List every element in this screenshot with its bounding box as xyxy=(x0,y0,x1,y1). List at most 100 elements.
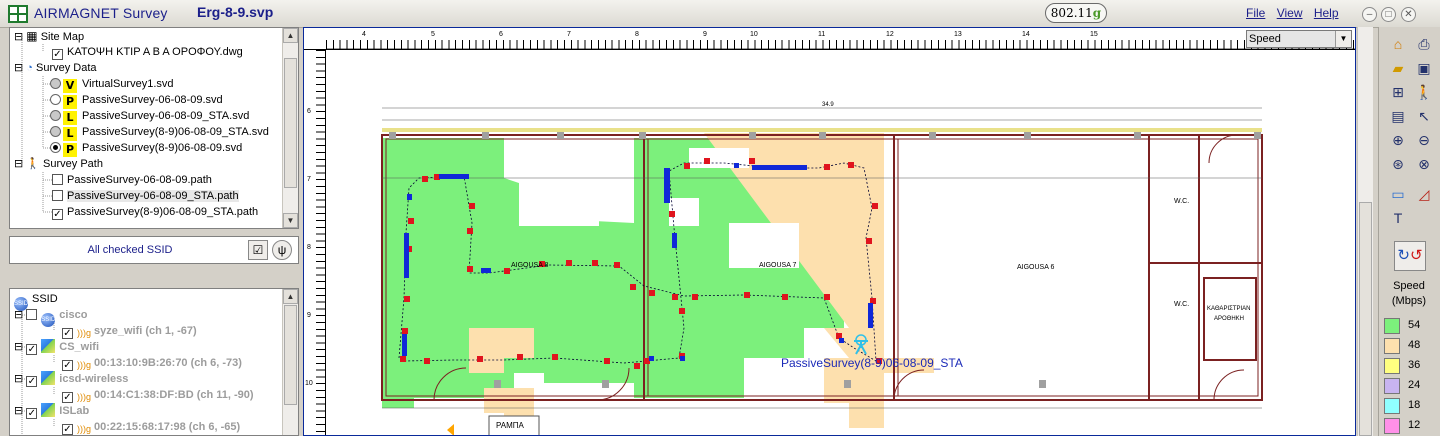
network-cs-wifi[interactable]: ⊟ ✓ CS_wifi xyxy=(14,339,99,355)
airmagnet-logo-icon xyxy=(8,5,28,23)
checkbox-checked[interactable]: ✓ xyxy=(52,49,63,60)
restore-icon[interactable]: □ xyxy=(1381,7,1396,22)
legend-title: Speed xyxy=(1393,280,1425,292)
app-title: AIRMAGNET Survey xyxy=(34,5,168,21)
collapse-icon[interactable]: ⊟ xyxy=(14,62,23,74)
survey-tree: ⊟ ▦ Site Map ✓ ΚΑΤΟΨΗ ΚΤΙΡ Α Β Α ΟΡΟΦΟΥ.d… xyxy=(9,27,299,229)
room-label: ΚΑΘΑΡΙΣΤΡΙΑΝ xyxy=(1207,306,1251,312)
window-strip xyxy=(382,128,1262,132)
floppy-icon[interactable]: ▤ xyxy=(1387,105,1409,127)
floor-map-canvas[interactable]: 34.9 xyxy=(304,28,1356,436)
survey-item-selected[interactable]: P PassiveSurvey(8-9)06-08-09.svd xyxy=(50,140,242,157)
pointer-icon[interactable]: ↖ xyxy=(1413,105,1435,127)
open-folder-icon[interactable]: ▰ xyxy=(1387,57,1409,79)
survey-item[interactable]: V VirtualSurvey1.svd xyxy=(50,76,174,93)
print-icon[interactable]: ⎙ xyxy=(1413,33,1435,55)
ruler-top: 4 5 6 7 8 9 10 11 12 13 14 15 xyxy=(304,28,1355,50)
scroll-up-icon[interactable]: ▲ xyxy=(283,289,298,304)
path-item[interactable]: PassiveSurvey-06-08-09_STA.path xyxy=(52,188,239,204)
map-scrollbar[interactable] xyxy=(1357,27,1373,436)
survey-item[interactable]: P PassiveSurvey-06-08-09.svd xyxy=(50,92,223,109)
signal-icon: )))g xyxy=(77,424,91,434)
scroll-down-icon[interactable]: ▼ xyxy=(283,213,298,228)
legend-item: 54 xyxy=(1384,318,1436,334)
legend-item: 48 xyxy=(1384,338,1436,354)
tool-palette: ⌂ ⎙ ▰ ▣ ⊞ 🚶 ▤ ↖ ⊕ ⊖ ⊛ ⊗ ▭ ◿ T ↻↺ xyxy=(1378,27,1440,436)
walk-icon[interactable]: 🚶 xyxy=(1413,81,1435,103)
title-bar: AIRMAGNET Survey Erg-8-9.svp 802.11g Fil… xyxy=(0,0,1440,28)
network-cisco[interactable]: ⊟ SSID cisco xyxy=(14,307,87,327)
ssid-scrollbar[interactable]: ▲ xyxy=(282,289,298,435)
measure-icon[interactable]: ◿ xyxy=(1413,183,1435,205)
network-icsd-wireless[interactable]: ⊟ ✓ icsd-wireless xyxy=(14,371,128,387)
room-label: AIGOUSA 6 xyxy=(1017,264,1055,271)
room-label: ΑΡΟΘΗΚΗ xyxy=(1214,316,1245,322)
save-icon[interactable]: ▣ xyxy=(1413,57,1435,79)
signal-icon: )))g xyxy=(77,360,91,370)
text-tool-icon[interactable]: T xyxy=(1387,207,1409,229)
ssid-filter-label[interactable]: All checked SSID xyxy=(10,237,250,263)
window-icon[interactable]: ▭ xyxy=(1387,183,1409,205)
survey-data-icon: ◔ xyxy=(26,62,33,74)
network-islab[interactable]: ⊟ ✓ ISLab xyxy=(14,403,89,419)
scroll-thumb[interactable] xyxy=(284,58,297,188)
ruler-left: 6 7 8 9 10 xyxy=(304,50,326,435)
zoom-in-icon[interactable]: ⊕ xyxy=(1387,129,1409,151)
arrow-icon xyxy=(447,424,454,435)
room-label: ΡΑΜΠΑ xyxy=(496,421,524,430)
tree-site-map[interactable]: ⊟ ▦ Site Map xyxy=(14,28,84,44)
path-item[interactable]: ✓ PassiveSurvey(8-9)06-08-09_STA.path xyxy=(52,204,258,220)
collapse-icon[interactable]: ⊟ xyxy=(14,158,23,170)
signal-icon: )))g xyxy=(77,328,91,338)
ap-item[interactable]: ✓)))g 00:14:C1:38:DF:BD (ch 11, -90) xyxy=(62,387,254,403)
zoom-reset-icon[interactable]: ⊗ xyxy=(1413,153,1435,175)
ssid-tree: SSID SSID ⊟ SSID cisco ✓)))g syze_wifi (ch … xyxy=(9,288,299,436)
antenna-icon[interactable]: ψ xyxy=(272,240,292,260)
menu-bar: File View Help xyxy=(1246,6,1347,20)
tree-site-map-file[interactable]: ✓ ΚΑΤΟΨΗ ΚΤΙΡ Α Β Α ΟΡΟΦΟΥ.dwg xyxy=(52,44,243,60)
walking-person-icon: 🚶 xyxy=(26,158,40,170)
ap-item[interactable]: ✓)))g syze_wifi (ch 1, -67) xyxy=(62,323,197,339)
zoom-out-icon[interactable]: ⊖ xyxy=(1413,129,1435,151)
survey-item[interactable]: L PassiveSurvey-06-08-09_STA.svd xyxy=(50,108,249,125)
visualization-select[interactable]: Speed ▼ xyxy=(1246,30,1352,48)
ap-item[interactable]: ✓)))g 00:13:10:9B:26:70 (ch 6, -73) xyxy=(62,355,242,371)
site-map-icon: ▦ xyxy=(26,29,38,43)
menu-view[interactable]: View xyxy=(1277,6,1303,20)
add-ap-icon[interactable]: ⌂ xyxy=(1387,33,1409,55)
standard-badge[interactable]: 802.11g xyxy=(1045,3,1107,23)
room-label: AIGOUSA 7 xyxy=(759,262,797,269)
room-label: W.C. xyxy=(1174,198,1190,205)
close-icon[interactable]: ✕ xyxy=(1401,7,1416,22)
scroll-up-icon[interactable]: ▲ xyxy=(283,28,298,43)
check-all-button[interactable]: ☑ xyxy=(248,240,268,260)
refresh-icon[interactable]: ↻↺ xyxy=(1394,241,1426,271)
ssid-root[interactable]: SSID SSID xyxy=(14,291,58,311)
path-item[interactable]: PassiveSurvey-06-08-09.path xyxy=(52,172,212,188)
survey-path-label: PassiveSurvey(8-9)06-08-09_STA xyxy=(781,356,963,370)
zoom-fit-icon[interactable]: ⊛ xyxy=(1387,153,1409,175)
ruler-minor-ticks xyxy=(326,40,1355,50)
tree-survey-data[interactable]: ⊟ ◔ Survey Data xyxy=(14,60,97,76)
network-icon xyxy=(41,371,56,385)
menu-help[interactable]: Help xyxy=(1314,6,1339,20)
overall-dimension: 34.9 xyxy=(822,102,834,108)
chevron-down-icon[interactable]: ▼ xyxy=(1335,31,1351,47)
menu-file[interactable]: File xyxy=(1246,6,1265,20)
floor-map[interactable]: 34.9 AIGOUSA 8 AIGOUSA 7 AIGOUSA 6 W.C. … xyxy=(303,27,1356,436)
survey-item[interactable]: L PassiveSurvey(8-9)06-08-09_STA.svd xyxy=(50,124,269,141)
survey-icon[interactable]: ⊞ xyxy=(1387,81,1409,103)
ap-item[interactable]: ✓)))g 00:22:15:68:17:98 (ch 6, -65) xyxy=(62,419,240,435)
scroll-thumb[interactable] xyxy=(1359,202,1372,436)
collapse-icon[interactable]: ⊟ xyxy=(14,31,23,43)
room-label: AIGOUSA 8 xyxy=(511,262,549,269)
tree-scrollbar[interactable]: ▲ ▼ xyxy=(282,28,298,228)
ruler-minor-ticks xyxy=(316,50,326,435)
legend-item: 24 xyxy=(1384,378,1436,394)
legend-item: 18 xyxy=(1384,398,1436,414)
minimize-icon[interactable]: – xyxy=(1362,7,1377,22)
ssid-header: All checked SSID ☑ ψ xyxy=(9,236,299,264)
network-icon xyxy=(41,339,56,353)
tree-survey-path[interactable]: ⊟ 🚶 Survey Path xyxy=(14,156,103,172)
scroll-thumb[interactable] xyxy=(284,305,297,405)
